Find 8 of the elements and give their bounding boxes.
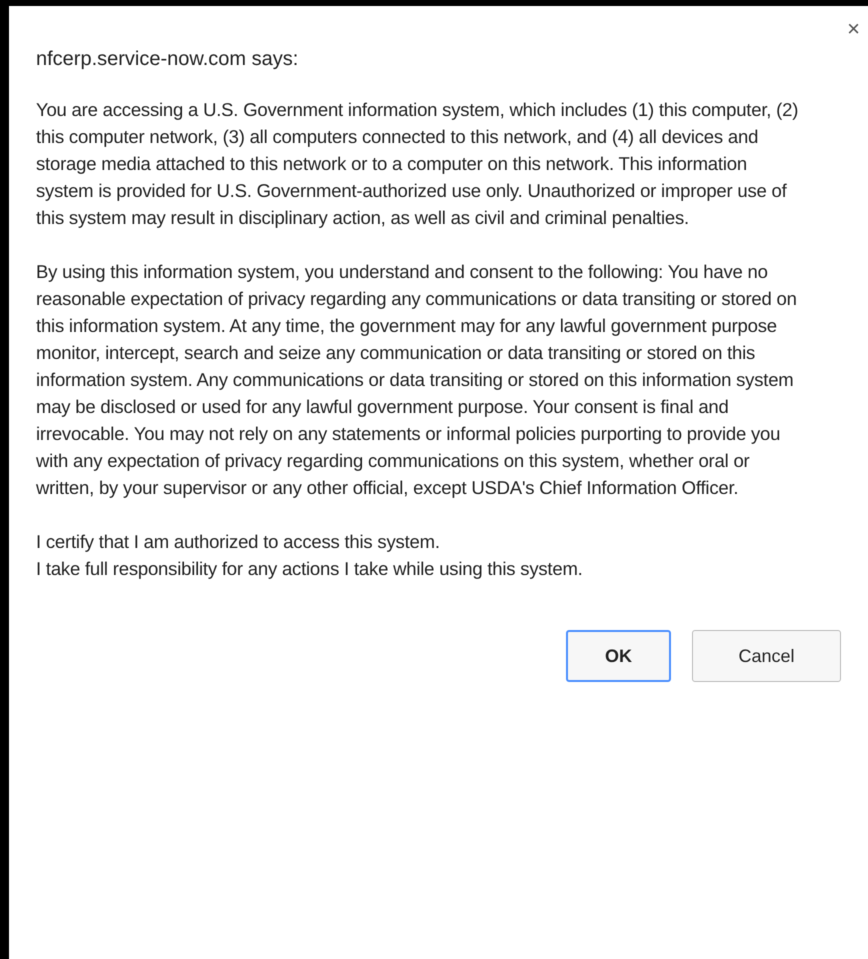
paragraph: I certify that I am authorized to access this system. <box>36 530 441 554</box>
ok-button[interactable]: OK <box>566 630 671 682</box>
paragraph: By using this information system, you understand and consent to the following: You have no reasonable expectation of privacy regarding any communications or data transiting or stored on this information system. At any time, the government may for any lawful government purpose monitor, intercept, search and seize any communication or data transiting or stored on this information system. Any communications or data transiting or stored on this information system may be disclosed or used for any lawful government purpose. Your consent is final and irrevocable. You may not rely on any statements or informal policies purporting to provide you with any expectation of privacy regarding communications on this system, whether oral or written, by your supervisor or any other official, except USDA's Chief Information Officer. <box>36 260 798 500</box>
cancel-button[interactable]: Cancel <box>692 630 841 682</box>
dialog-title: nfcerp.service-now.com says: <box>36 47 300 72</box>
close-button[interactable]: × <box>847 18 860 40</box>
paragraph: You are accessing a U.S. Government information system, which includes (1) this computer, (2) this computer network, (3) all computers connected to this network, and (4) all devices and storage media attached to this network or to a computer on this network. This information system is provided for U.S. Government-authorized use only. Unauthorized or improper use of this system may result in disciplinary action, as well as civil and criminal penalties. <box>36 98 800 230</box>
paragraph: I take full responsibility for any actions I take while using this system. <box>36 557 584 581</box>
